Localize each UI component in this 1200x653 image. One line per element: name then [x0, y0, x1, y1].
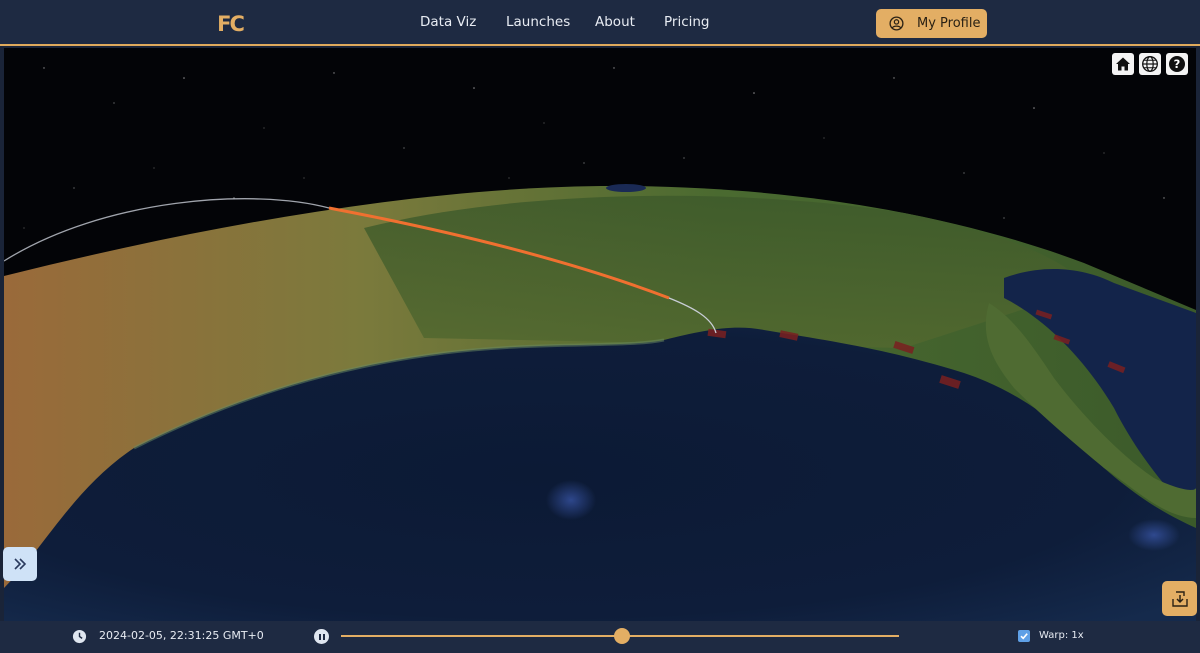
timeline-slider-thumb[interactable] — [613, 628, 630, 644]
clock-icon — [72, 629, 87, 644]
checkmark-icon — [1020, 633, 1028, 640]
nav-launches[interactable]: Launches — [506, 14, 570, 30]
nav-about[interactable]: About — [595, 14, 635, 30]
globe-icon — [1142, 56, 1158, 72]
top-navbar: FC Data Viz Launches About Pricing My Pr… — [0, 0, 1200, 46]
globe-view-button[interactable] — [1139, 53, 1161, 75]
warp-checkbox[interactable] — [1018, 630, 1030, 642]
timeline-bar: 2024-02-05, 22:31:25 GMT+0 Warp: 1x — [0, 621, 1200, 653]
nav-links: Data Viz Launches About Pricing — [0, 0, 1200, 46]
double-chevron-right-icon — [14, 558, 27, 570]
pause-icon-bar — [322, 633, 325, 640]
warp-label: Warp: 1x — [1039, 630, 1084, 641]
nav-data-viz[interactable]: Data Viz — [420, 14, 476, 30]
simulation-datetime: 2024-02-05, 22:31:25 GMT+0 — [99, 629, 264, 642]
pause-icon-bar — [318, 633, 321, 640]
download-tray-icon — [1171, 590, 1188, 607]
globe-viewport[interactable] — [4, 48, 1196, 621]
profile-label: My Profile — [917, 16, 981, 31]
pause-button[interactable] — [314, 629, 329, 644]
home-view-button[interactable] — [1112, 53, 1134, 75]
nav-pricing[interactable]: Pricing — [664, 14, 710, 30]
home-icon — [1116, 57, 1130, 71]
help-icon: ? — [1169, 56, 1185, 72]
earth-scene — [4, 67, 1196, 621]
download-button[interactable] — [1162, 581, 1197, 616]
help-button[interactable]: ? — [1166, 53, 1188, 75]
expand-sidebar-button[interactable] — [3, 547, 37, 581]
my-profile-button[interactable]: My Profile — [876, 9, 987, 38]
svg-text:?: ? — [1174, 57, 1181, 71]
user-circle-icon — [889, 16, 904, 31]
